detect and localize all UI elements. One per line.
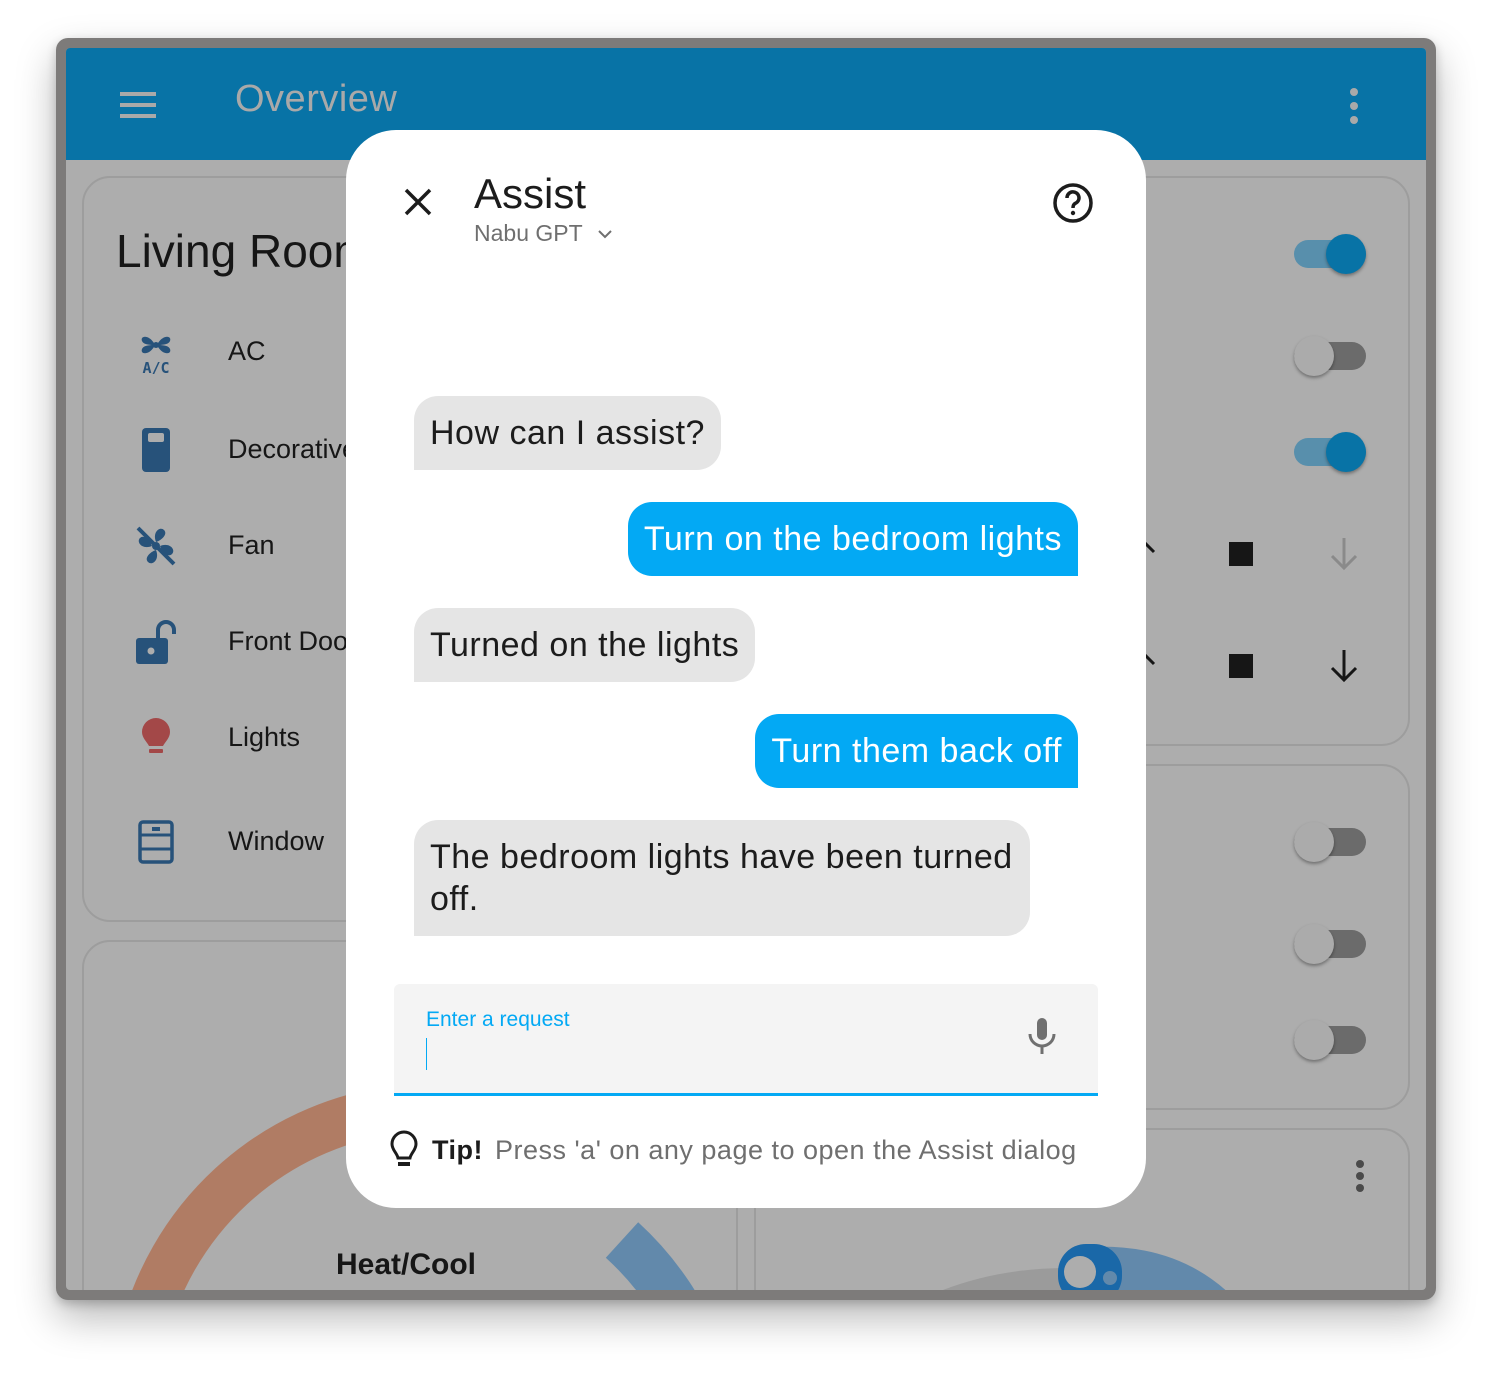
cover-stop-icon[interactable] [1219,532,1263,576]
pipeline-selector[interactable]: Nabu GPT [474,220,613,247]
svg-text:A/C: A/C [142,359,169,374]
pipeline-name: Nabu GPT [474,220,583,246]
window-closed-icon [138,820,174,864]
entity-name: Window [228,826,325,856]
user-message: Turn them back off [755,714,1078,788]
card-more-options-icon[interactable] [1350,1160,1370,1196]
help-icon[interactable] [1050,180,1096,226]
request-input-container[interactable]: Enter a request [394,984,1098,1096]
menu-icon[interactable] [120,92,156,118]
cover-close-icon[interactable] [1322,644,1366,688]
toggle-switch[interactable] [1294,818,1366,862]
assistant-message: Turned on the lights [414,608,756,682]
lightbulb-outline-icon [390,1130,418,1166]
entity-name: Lights [228,722,301,752]
assist-dialog: Assist Nabu GPT How can I assist? Turn o… [346,130,1146,1208]
request-input-label: Enter a request [426,1008,570,1031]
outlet-icon [142,428,170,472]
entity-name: Fan [228,530,275,560]
close-icon[interactable] [398,182,438,222]
assistant-message: The bedroom lights have been turned off. [414,820,1030,936]
page-title: Overview [235,78,398,120]
cover-close-icon[interactable] [1322,532,1366,576]
lightbulb-icon [142,718,170,753]
card-graphic [943,1244,1226,1290]
fan-off-icon [136,526,176,566]
toggle-switch[interactable] [1294,230,1366,274]
cover-stop-icon[interactable] [1219,644,1263,688]
assistant-message: How can I assist? [414,396,721,470]
request-input[interactable] [426,1036,986,1072]
toggle-switch[interactable] [1294,332,1366,376]
toggle-switch[interactable] [1294,1016,1366,1060]
cool-arc [605,1222,695,1290]
toggle-switch[interactable] [1294,428,1366,472]
entity-name: Front Door [228,626,358,656]
air-conditioner-icon: A/C [141,336,171,374]
text-caret [426,1038,427,1070]
dialog-title: Assist [474,170,587,217]
toggle-switch[interactable] [1294,920,1366,964]
tip-text: Press 'a' on any page to open the Assist… [495,1134,1077,1165]
card-title: Living Room [116,225,372,277]
chevron-down-icon [597,229,612,238]
entity-name: Decorative [228,434,358,464]
lock-open-icon [136,620,176,664]
hvac-mode-label: Heat/Cool [336,1248,477,1281]
more-options-icon[interactable] [1344,88,1364,124]
tip-label: Tip! [432,1134,483,1165]
user-message: Turn on the bedroom lights [627,502,1078,576]
microphone-icon[interactable] [1020,1014,1064,1058]
tip-row: Tip! Press 'a' on any page to open the A… [386,1128,1077,1172]
entity-name: AC [228,336,266,366]
